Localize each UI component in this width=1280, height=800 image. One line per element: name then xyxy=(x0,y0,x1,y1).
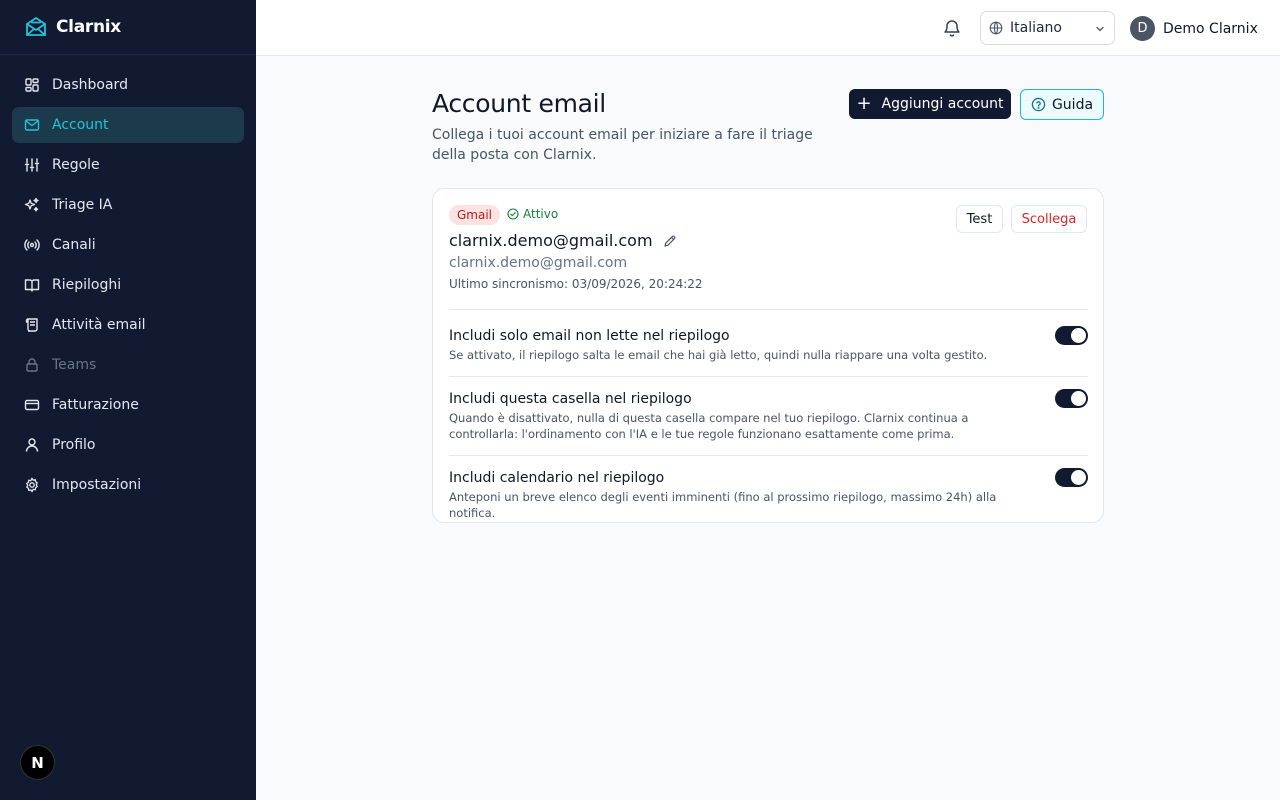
language-select[interactable]: Italiano xyxy=(980,11,1115,45)
option-title-calendar: Includi calendario nel riepilogo xyxy=(449,470,665,486)
sidebar-item-label: Triage IA xyxy=(52,197,113,213)
globe-icon xyxy=(989,21,1003,35)
sliders-icon xyxy=(24,157,40,173)
brand[interactable]: Clarnix xyxy=(0,0,256,55)
lock-icon xyxy=(24,357,40,373)
user-name: Demo Clarnix xyxy=(1163,20,1258,37)
sidebar-item-profilo[interactable]: Profilo xyxy=(12,427,244,463)
account-card: Gmail Attivo clarnix.demo@gmail.com clar… xyxy=(432,188,1104,523)
sidebar: Clarnix Dashboard Account Regole Triage … xyxy=(0,0,256,800)
pencil-icon[interactable] xyxy=(663,234,677,248)
divider xyxy=(449,376,1088,377)
account-email: clarnix.demo@gmail.com xyxy=(449,231,677,250)
sidebar-item-canali[interactable]: Canali xyxy=(12,227,244,263)
sidebar-item-fatturazione[interactable]: Fatturazione xyxy=(12,387,244,423)
dev-badge[interactable]: N xyxy=(20,745,55,780)
dashboard-icon xyxy=(24,77,40,93)
toggle-include-mailbox[interactable] xyxy=(1055,389,1088,408)
scroll-icon xyxy=(24,317,40,333)
user-menu[interactable]: D Demo Clarnix xyxy=(1130,16,1258,41)
credit-card-icon xyxy=(24,397,40,413)
sidebar-nav: Dashboard Account Regole Triage IA Canal… xyxy=(0,55,256,519)
sidebar-item-label: Regole xyxy=(52,157,100,173)
chevron-down-icon xyxy=(1096,26,1104,32)
help-circle-icon xyxy=(1031,97,1046,112)
sidebar-item-impostazioni[interactable]: Impostazioni xyxy=(12,467,244,503)
account-address: clarnix.demo@gmail.com xyxy=(449,255,628,271)
option-title-unread: Includi solo email non lette nel riepilo… xyxy=(449,328,730,344)
divider xyxy=(449,309,1088,310)
toggle-knob xyxy=(1071,391,1086,406)
guide-label: Guida xyxy=(1051,96,1094,113)
mail-icon xyxy=(24,117,40,133)
sidebar-item-label: Impostazioni xyxy=(52,477,142,493)
sidebar-item-attivita-email[interactable]: Attività email xyxy=(12,307,244,343)
divider xyxy=(449,455,1088,456)
logo-icon xyxy=(26,17,46,36)
bell-icon[interactable] xyxy=(942,18,962,38)
brand-name: Clarnix xyxy=(56,17,121,37)
option-desc-calendar: Anteponi un breve elenco degli eventi im… xyxy=(449,490,997,520)
status-label: Attivo xyxy=(523,207,559,221)
sidebar-item-label: Riepiloghi xyxy=(52,277,122,293)
top-bar: Italiano D Demo Clarnix xyxy=(256,0,1280,56)
user-icon xyxy=(24,437,40,453)
sidebar-item-label: Attività email xyxy=(52,317,146,333)
status-badge: Attivo xyxy=(507,207,558,221)
page-subtitle: Collega i tuoi account email per iniziar… xyxy=(432,127,813,163)
option-desc-unread: Se attivato, il riepilogo salta le email… xyxy=(449,348,988,362)
broadcast-icon xyxy=(24,237,40,253)
sidebar-item-triage-ia[interactable]: Triage IA xyxy=(12,187,244,223)
sidebar-item-dashboard[interactable]: Dashboard xyxy=(12,67,244,103)
last-sync: Ultimo sincronismo: 03/09/2026, 20:24:22 xyxy=(449,277,703,291)
sidebar-item-account[interactable]: Account xyxy=(12,107,244,143)
toggle-include-calendar[interactable] xyxy=(1055,468,1088,487)
option-desc-mailbox: Quando è disattivato, nulla di questa ca… xyxy=(449,411,969,441)
sidebar-item-label: Account xyxy=(52,117,109,133)
add-account-button[interactable]: + Aggiungi account xyxy=(849,89,1011,119)
sparkles-icon xyxy=(24,197,40,213)
add-account-label: Aggiungi account xyxy=(881,96,1004,112)
provider-badge: Gmail xyxy=(449,205,501,225)
sidebar-item-label: Canali xyxy=(52,237,96,253)
toggle-knob xyxy=(1071,328,1086,343)
toggle-unread-only[interactable] xyxy=(1055,326,1088,345)
language-value: Italiano xyxy=(1010,20,1062,36)
sidebar-item-label: Dashboard xyxy=(52,77,128,93)
sidebar-item-label: Fatturazione xyxy=(52,397,139,413)
sidebar-item-riepiloghi[interactable]: Riepiloghi xyxy=(12,267,244,303)
page-title: Account email xyxy=(432,89,606,118)
plus-icon: + xyxy=(856,93,872,114)
guide-button[interactable]: Guida xyxy=(1020,89,1104,120)
check-circle-icon xyxy=(507,208,519,220)
sidebar-item-teams: Teams xyxy=(12,347,244,383)
book-icon xyxy=(24,277,40,293)
test-button[interactable]: Test xyxy=(956,205,1003,233)
gear-icon xyxy=(24,477,40,493)
toggle-knob xyxy=(1071,470,1086,485)
sidebar-item-label: Teams xyxy=(52,357,97,373)
account-email-text: clarnix.demo@gmail.com xyxy=(449,231,653,250)
avatar: D xyxy=(1130,16,1155,41)
option-title-mailbox: Includi questa casella nel riepilogo xyxy=(449,391,692,407)
sidebar-item-regole[interactable]: Regole xyxy=(12,147,244,183)
disconnect-button[interactable]: Scollega xyxy=(1011,205,1087,233)
sidebar-item-label: Profilo xyxy=(52,437,96,453)
